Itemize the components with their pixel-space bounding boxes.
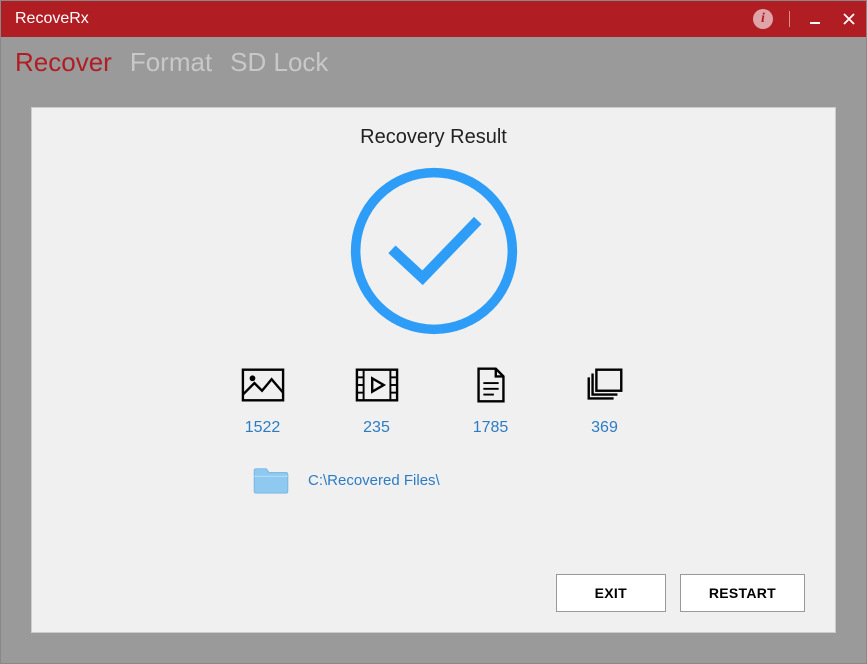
titlebar: RecoveRx i (1, 1, 866, 37)
restart-button[interactable]: RESTART (680, 574, 805, 612)
stat-videos: 235 (355, 365, 399, 437)
folder-icon[interactable] (252, 465, 290, 495)
stats-row: 1522 235 (62, 365, 805, 437)
other-count: 369 (591, 419, 618, 437)
document-icon (469, 365, 513, 405)
stack-icon (583, 365, 627, 405)
app-title: RecoveRx (15, 10, 753, 28)
close-button[interactable] (840, 10, 858, 28)
window-controls: i (753, 9, 858, 29)
separator (789, 11, 790, 27)
minimize-button[interactable] (806, 10, 824, 28)
output-path-link[interactable]: C:\Recovered Files\ (308, 472, 440, 489)
tab-sdlock[interactable]: SD Lock (230, 47, 328, 78)
stat-photos: 1522 (241, 365, 285, 437)
button-row: EXIT RESTART (62, 574, 805, 612)
result-panel: Recovery Result 1522 (31, 107, 836, 633)
body-area: Recovery Result 1522 (1, 87, 866, 663)
exit-button[interactable]: EXIT (556, 574, 666, 612)
tab-format[interactable]: Format (130, 47, 212, 78)
info-icon[interactable]: i (753, 9, 773, 29)
stat-documents: 1785 (469, 365, 513, 437)
tab-recover[interactable]: Recover (15, 47, 112, 78)
success-indicator (62, 165, 805, 337)
app-window: RecoveRx i Recover Format SD Lock Recove… (0, 0, 867, 664)
video-count: 235 (363, 419, 390, 437)
video-icon (355, 365, 399, 405)
output-path-row: C:\Recovered Files\ (252, 465, 805, 495)
photo-icon (241, 365, 285, 405)
document-count: 1785 (473, 419, 509, 437)
checkmark-icon (348, 165, 520, 337)
tabbar: Recover Format SD Lock (1, 37, 866, 87)
panel-title: Recovery Result (62, 126, 805, 149)
photo-count: 1522 (245, 419, 281, 437)
stat-other: 369 (583, 365, 627, 437)
